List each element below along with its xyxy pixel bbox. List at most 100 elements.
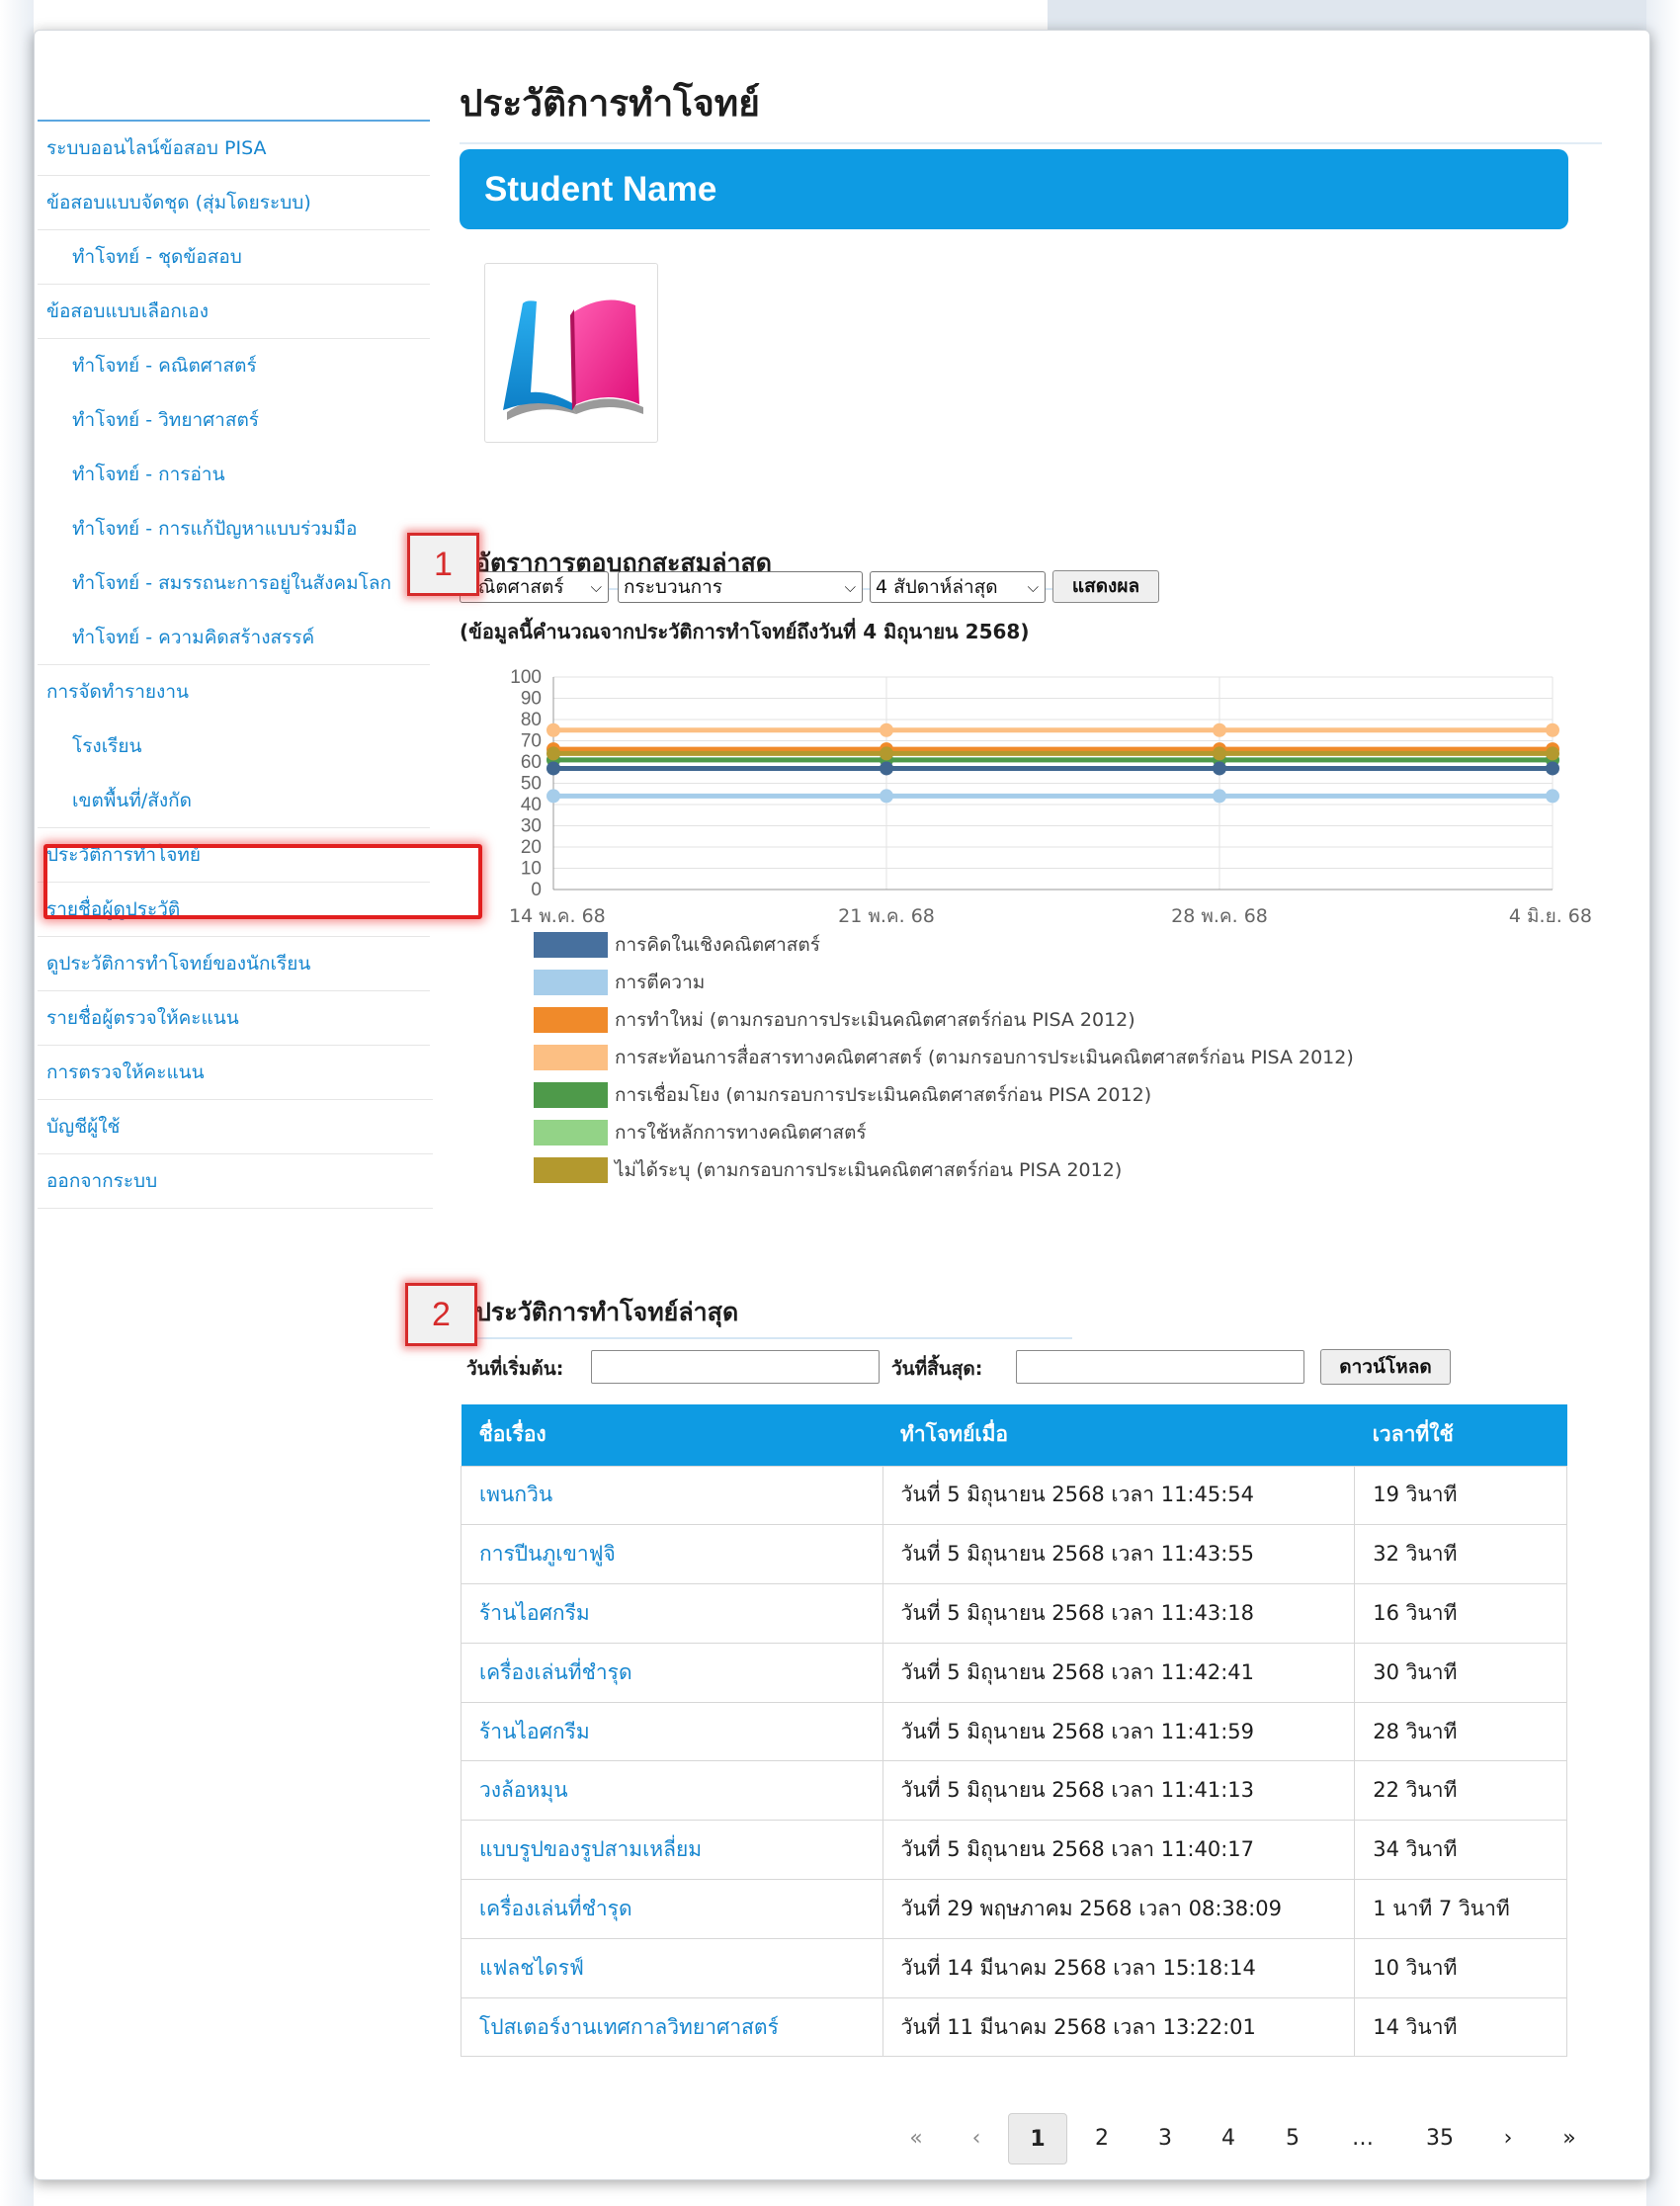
row-date: วันที่ 5 มิถุนายน 2568 เวลา 11:43:55 xyxy=(882,1524,1356,1585)
sidebar-item-global-competence[interactable]: ทำโจทย์ - สมรรถนะการอยู่ในสังคมโลก xyxy=(38,556,430,611)
series-point-6 xyxy=(1546,746,1559,761)
history-table: ชื่อเรื่อง ทำโจทย์เมื่อ เวลาที่ใช้ เพนกว… xyxy=(461,1404,1567,2058)
page-first-button[interactable]: « xyxy=(896,2113,936,2164)
start-date-input[interactable] xyxy=(591,1350,880,1384)
legend-swatch xyxy=(534,1157,608,1183)
sidebar-item-collab-problem[interactable]: ทำโจทย์ - การแก้ปัญหาแบบร่วมมือ xyxy=(38,502,430,556)
row-date: วันที่ 5 มิถุนายน 2568 เวลา 11:42:41 xyxy=(882,1642,1356,1703)
table-row: เครื่องเล่นที่ชำรุด วันที่ 5 มิถุนายน 25… xyxy=(461,1642,1567,1703)
row-date: วันที่ 5 มิถุนายน 2568 เวลา 11:41:13 xyxy=(882,1760,1356,1822)
series-point-1 xyxy=(1546,789,1559,804)
page-3-button[interactable]: 3 xyxy=(1145,2113,1185,2164)
row-title-link[interactable]: การปีนภูเขาฟูจิ xyxy=(461,1524,883,1585)
page-2-button[interactable]: 2 xyxy=(1082,2113,1122,2164)
page-4-button[interactable]: 4 xyxy=(1209,2113,1248,2164)
chevron-down-icon: ⌵ xyxy=(844,578,856,596)
row-date: วันที่ 11 มีนาคม 2568 เวลา 13:22:01 xyxy=(882,1996,1356,2058)
sidebar-item-area[interactable]: เขตพื้นที่/สังกัด xyxy=(38,774,430,828)
annotation-callout-2: 2 xyxy=(405,1283,477,1346)
sidebar-item-self-select[interactable]: ข้อสอบแบบเลือกเอง xyxy=(38,285,430,339)
sidebar-item-reports[interactable]: การจัดทำรายงาน xyxy=(38,665,430,720)
header-title[interactable]: ชื่อเรื่อง xyxy=(461,1404,883,1466)
sidebar-item-practice-set[interactable]: ทำโจทย์ - ชุดข้อสอบ xyxy=(38,230,430,285)
row-title-link[interactable]: ร้านไอศกรีม xyxy=(461,1701,883,1762)
page-next-button[interactable]: › xyxy=(1488,2113,1528,2164)
process-select[interactable]: กระบวนการ ⌵ xyxy=(618,571,863,603)
sidebar-item-grading[interactable]: การตรวจให้คะแนน xyxy=(38,1046,433,1100)
legend-swatch xyxy=(534,1120,608,1145)
show-result-button[interactable]: แสดงผล xyxy=(1052,570,1159,603)
legend-swatch xyxy=(534,1082,608,1108)
start-date-label: วันที่เริ่มต้น: xyxy=(466,1358,564,1380)
legend-label: การคิดในเชิงคณิตศาสตร์ xyxy=(615,934,820,956)
series-point-7 xyxy=(1546,761,1559,776)
sidebar-item-student-history[interactable]: ดูประวัติการทำโจทย์ของนักเรียน xyxy=(38,937,430,991)
sidebar-item-math[interactable]: ทำโจทย์ - คณิตศาสตร์ xyxy=(38,339,430,393)
y-tick-label: 100 xyxy=(510,667,542,688)
sidebar-item-creative-thinking[interactable]: ทำโจทย์ - ความคิดสร้างสรรค์ xyxy=(38,611,430,665)
series-point-7 xyxy=(546,761,560,776)
series-point-6 xyxy=(880,746,893,761)
download-button[interactable]: ดาวน์โหลด xyxy=(1320,1349,1451,1385)
sidebar-item-science[interactable]: ทำโจทย์ - วิทยาศาสตร์ xyxy=(38,393,430,448)
page-prev-button[interactable]: ‹ xyxy=(957,2113,996,2164)
sidebar-item-logout[interactable]: ออกจากระบบ xyxy=(38,1154,433,1209)
sidebar-item-school[interactable]: โรงเรียน xyxy=(38,720,430,774)
row-title-link[interactable]: แฟลชไดรฟ์ xyxy=(461,1937,883,1998)
table-row: แฟลชไดรฟ์ วันที่ 14 มีนาคม 2568 เวลา 15:… xyxy=(461,1937,1567,1998)
y-tick-label: 0 xyxy=(531,880,542,900)
pagination: « ‹ 1 2 3 4 5 … 35 › » xyxy=(0,2113,1680,2164)
end-date-input[interactable] xyxy=(1016,1350,1304,1384)
process-select-value: กระบวนการ xyxy=(624,576,723,598)
header-date[interactable]: ทำโจทย์เมื่อ xyxy=(882,1404,1355,1466)
sidebar-item-random-set[interactable]: ข้อสอบแบบจัดชุด (สุ่มโดยระบบ) xyxy=(38,176,430,230)
row-duration: 14 วินาที xyxy=(1354,1996,1567,2058)
row-title-link[interactable]: เครื่องเล่นที่ชำรุด xyxy=(461,1879,883,1939)
table-row: การปีนภูเขาฟูจิ วันที่ 5 มิถุนายน 2568 เ… xyxy=(461,1524,1567,1585)
series-point-1 xyxy=(1213,789,1226,804)
sidebar-item-reading[interactable]: ทำโจทย์ - การอ่าน xyxy=(38,448,430,502)
row-title-link[interactable]: โปสเตอร์งานเทศกาลวิทยาศาสตร์ xyxy=(461,1996,883,2058)
subject-select[interactable]: คณิตศาสตร์ ⌵ xyxy=(460,571,609,603)
series-point-7 xyxy=(880,761,893,776)
series-point-6 xyxy=(546,746,560,761)
legend-swatch xyxy=(534,1007,608,1033)
row-title-link[interactable]: ร้านไอศกรีม xyxy=(461,1583,883,1644)
header-duration[interactable]: เวลาที่ใช้ xyxy=(1354,1404,1567,1466)
legend-swatch xyxy=(534,1045,608,1070)
student-avatar xyxy=(484,263,658,443)
chevron-down-icon: ⌵ xyxy=(1027,578,1039,596)
legend-label: การทำใหม่ (ตามกรอบการประเมินคณิตศาสตร์ก่… xyxy=(615,1009,1135,1031)
page-1-button[interactable]: 1 xyxy=(1008,2113,1067,2164)
y-tick-label: 80 xyxy=(521,710,542,730)
legend-swatch xyxy=(534,932,608,958)
page-last-button[interactable]: » xyxy=(1550,2113,1589,2164)
open-book-logo-icon xyxy=(503,299,643,420)
history-heading: ประวัติการทำโจทย์ล่าสุด xyxy=(460,1293,1072,1339)
y-tick-label: 40 xyxy=(521,795,542,815)
row-title-link[interactable]: วงล้อหมุน xyxy=(461,1760,883,1822)
legend-label: การใช้หลักการทางคณิตศาสตร์ xyxy=(615,1122,867,1144)
legend-swatch xyxy=(534,970,608,995)
series-point-3 xyxy=(1213,722,1226,737)
row-date: วันที่ 14 มีนาคม 2568 เวลา 15:18:14 xyxy=(882,1937,1356,1998)
y-tick-label: 20 xyxy=(521,837,542,858)
row-title-link[interactable]: เพนกวิน xyxy=(461,1465,883,1526)
row-title-link[interactable]: เครื่องเล่นที่ชำรุด xyxy=(461,1642,883,1703)
y-tick-label: 70 xyxy=(521,731,542,752)
sidebar-item-graders[interactable]: รายชื่อผู้ตรวจให้คะแนน xyxy=(38,991,430,1046)
row-duration: 30 วินาที xyxy=(1354,1642,1567,1703)
period-select[interactable]: 4 สัปดาห์ล่าสุด ⌵ xyxy=(870,571,1046,603)
sidebar-item-account[interactable]: บัญชีผู้ใช้ xyxy=(38,1100,433,1154)
table-row: วงล้อหมุน วันที่ 5 มิถุนายน 2568 เวลา 11… xyxy=(461,1760,1567,1822)
annotation-highlight-history xyxy=(43,844,482,919)
row-title-link[interactable]: แบบรูปของรูปสามเหลี่ยม xyxy=(461,1820,883,1881)
sidebar-item-pisa-online[interactable]: ระบบออนไลน์ข้อสอบ PISA xyxy=(38,122,430,176)
period-select-value: 4 สัปดาห์ล่าสุด xyxy=(876,576,998,598)
page-5-button[interactable]: 5 xyxy=(1273,2113,1312,2164)
student-name-bar: Student Name xyxy=(460,149,1568,229)
data-note: (ข้อมูลนี้คำนวณจากประวัติการทำโจทย์ถึงวั… xyxy=(460,620,1030,643)
page-35-button[interactable]: 35 xyxy=(1420,2113,1460,2164)
series-point-6 xyxy=(1213,746,1226,761)
row-duration: 16 วินาที xyxy=(1354,1583,1567,1644)
